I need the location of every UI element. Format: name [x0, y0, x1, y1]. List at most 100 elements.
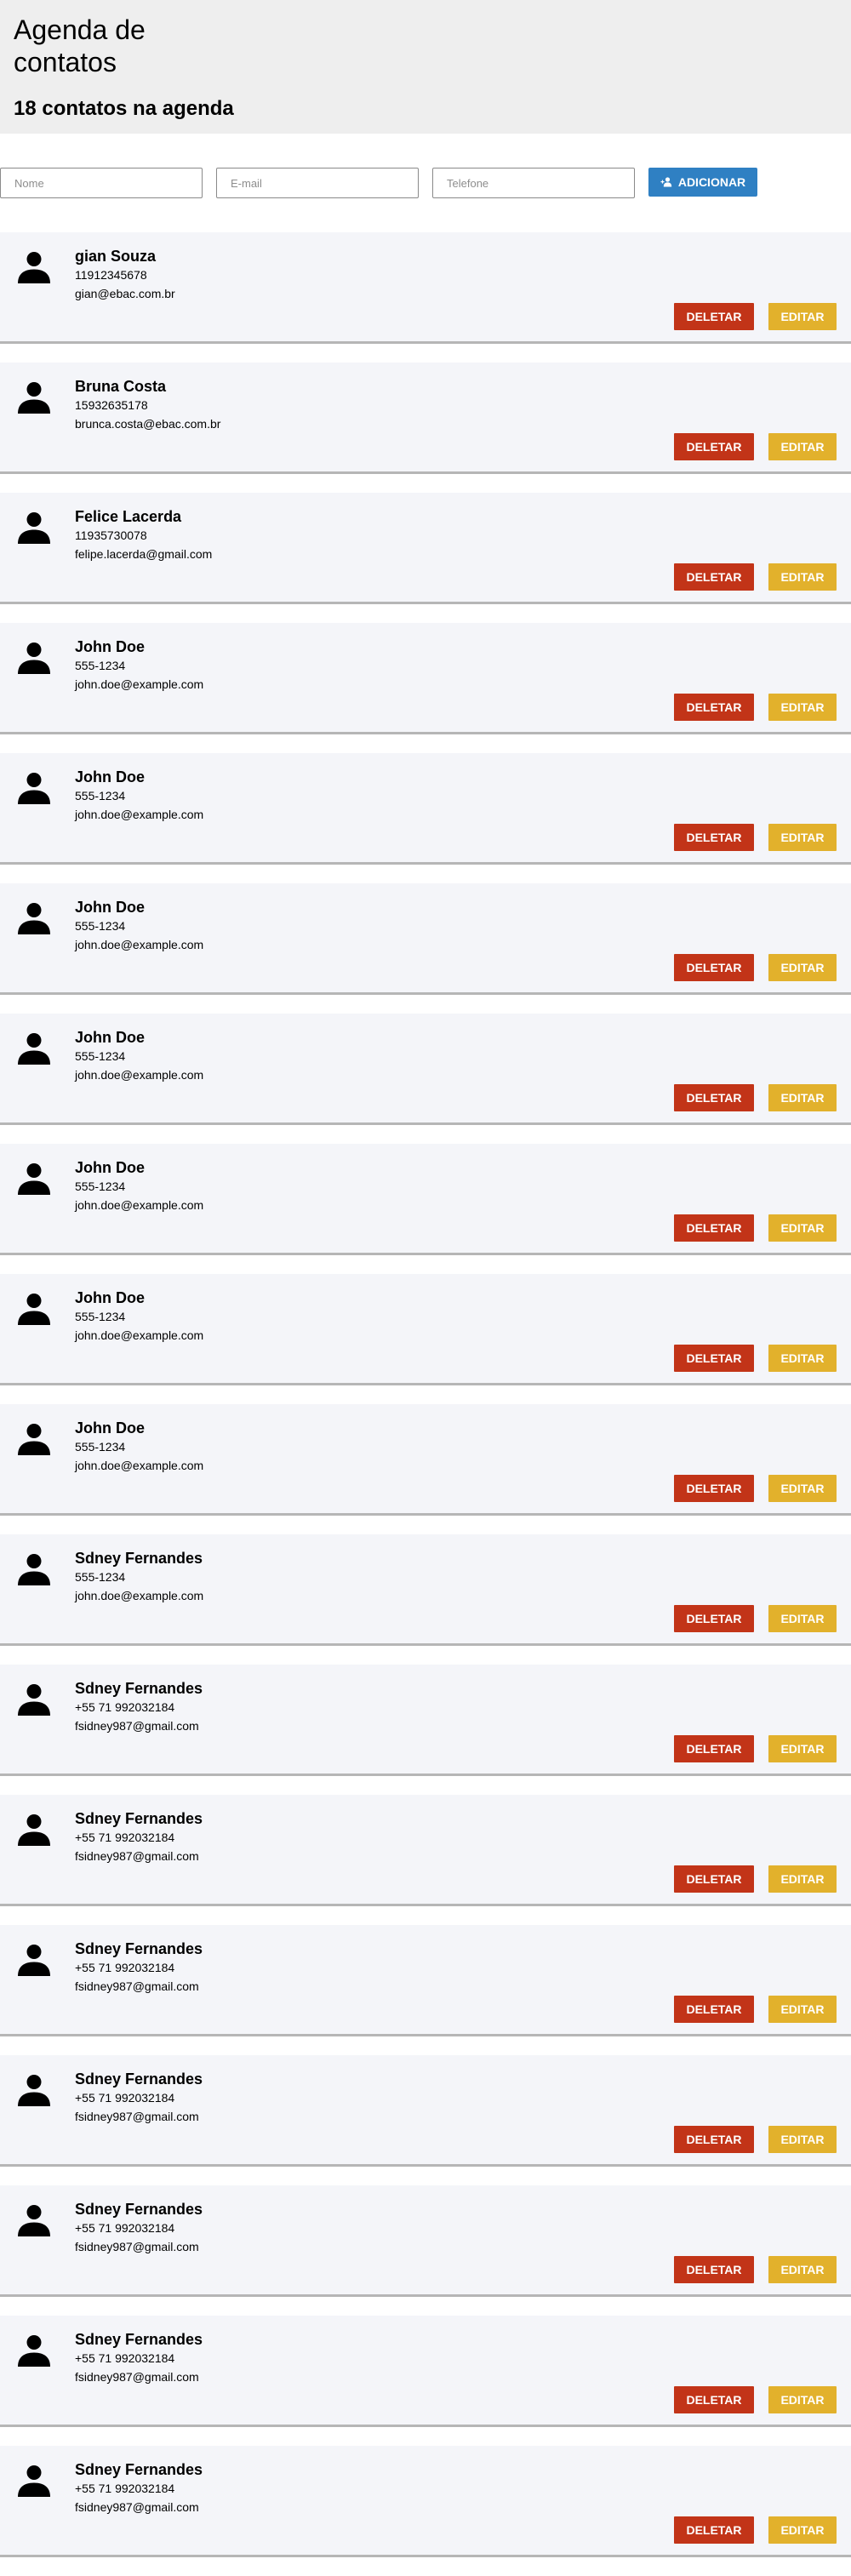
- edit-button[interactable]: EDITAR: [768, 1084, 837, 1111]
- contact-email: fsidney987@gmail.com: [75, 2110, 199, 2123]
- contact-card: John Doe 555-1234 john.doe@example.com D…: [0, 1014, 851, 1125]
- edit-button[interactable]: EDITAR: [768, 1735, 837, 1762]
- contact-card: Sdney Fernandes +55 71 992032184 fsidney…: [0, 2446, 851, 2557]
- edit-button[interactable]: EDITAR: [768, 433, 837, 460]
- contact-card: Sdney Fernandes 555-1234 john.doe@exampl…: [0, 1534, 851, 1646]
- contact-email: brunca.costa@ebac.com.br: [75, 417, 221, 431]
- contact-email: john.doe@example.com: [75, 1589, 204, 1602]
- edit-button[interactable]: EDITAR: [768, 1996, 837, 2023]
- contact-phone: +55 71 992032184: [75, 2351, 175, 2365]
- edit-button[interactable]: EDITAR: [768, 1865, 837, 1893]
- edit-button[interactable]: EDITAR: [768, 2386, 837, 2413]
- contact-email: john.doe@example.com: [75, 677, 204, 691]
- delete-button[interactable]: DELETAR: [674, 1214, 754, 1242]
- contact-phone: +55 71 992032184: [75, 1700, 175, 1714]
- phone-input[interactable]: [432, 168, 635, 198]
- delete-button[interactable]: DELETAR: [674, 563, 754, 591]
- contact-name: Felice Lacerda: [75, 508, 182, 525]
- contact-name: John Doe: [75, 1419, 146, 1437]
- contact-phone: 555-1234: [75, 789, 126, 803]
- contact-phone: +55 71 992032184: [75, 2221, 175, 2235]
- email-input[interactable]: [216, 168, 419, 198]
- contact-card: Sdney Fernandes +55 71 992032184 fsidney…: [0, 2316, 851, 2427]
- contact-name: Sdney Fernandes: [75, 2071, 203, 2088]
- contact-name: Sdney Fernandes: [75, 2201, 203, 2218]
- delete-button[interactable]: DELETAR: [674, 2386, 754, 2413]
- edit-button[interactable]: EDITAR: [768, 1605, 837, 1632]
- contact-phone: 11935730078: [75, 528, 147, 542]
- contact-email: fsidney987@gmail.com: [75, 1719, 199, 1733]
- user-icon: [17, 380, 51, 414]
- delete-button[interactable]: DELETAR: [674, 824, 754, 851]
- contact-phone: 555-1234: [75, 1049, 126, 1063]
- contact-name: John Doe: [75, 638, 146, 655]
- contact-count: 18 contatos na agenda: [14, 97, 234, 120]
- name-input[interactable]: [0, 168, 203, 198]
- edit-button[interactable]: EDITAR: [768, 2516, 837, 2544]
- delete-button[interactable]: DELETAR: [674, 303, 754, 330]
- contact-phone: +55 71 992032184: [75, 1831, 175, 1844]
- contact-list: gian Souza 11912345678 gian@ebac.com.br …: [0, 232, 851, 2576]
- contact-card: Sdney Fernandes +55 71 992032184 fsidney…: [0, 1925, 851, 2036]
- user-icon: [17, 511, 51, 545]
- delete-button[interactable]: DELETAR: [674, 1605, 754, 1632]
- edit-button[interactable]: EDITAR: [768, 1475, 837, 1502]
- delete-button[interactable]: DELETAR: [674, 954, 754, 981]
- delete-button[interactable]: DELETAR: [674, 2516, 754, 2544]
- delete-button[interactable]: DELETAR: [674, 2256, 754, 2283]
- contact-card: Sdney Fernandes +55 71 992032184 fsidney…: [0, 1795, 851, 1906]
- contact-name: gian Souza: [75, 248, 157, 265]
- contact-email: gian@ebac.com.br: [75, 287, 175, 300]
- contact-phone: 555-1234: [75, 1440, 126, 1454]
- user-icon: [17, 641, 51, 675]
- contact-name: Sdney Fernandes: [75, 2461, 203, 2478]
- contact-name: John Doe: [75, 899, 146, 916]
- contact-name: Sdney Fernandes: [75, 2331, 203, 2348]
- user-icon: [17, 2073, 51, 2107]
- contact-card: John Doe 555-1234 john.doe@example.com D…: [0, 1144, 851, 1255]
- contact-phone: +55 71 992032184: [75, 1961, 175, 1974]
- add-contact-form: ADICIONAR: [0, 168, 851, 198]
- delete-button[interactable]: DELETAR: [674, 1996, 754, 2023]
- edit-button[interactable]: EDITAR: [768, 694, 837, 721]
- delete-button[interactable]: DELETAR: [674, 694, 754, 721]
- contact-phone: 555-1234: [75, 1310, 126, 1323]
- delete-button[interactable]: DELETAR: [674, 1735, 754, 1762]
- contact-card: John Doe 555-1234 john.doe@example.com D…: [0, 1404, 851, 1516]
- delete-button[interactable]: DELETAR: [674, 433, 754, 460]
- edit-button[interactable]: EDITAR: [768, 1345, 837, 1372]
- contact-email: john.doe@example.com: [75, 808, 204, 821]
- contact-phone: 11912345678: [75, 268, 147, 282]
- edit-button[interactable]: EDITAR: [768, 954, 837, 981]
- edit-button[interactable]: EDITAR: [768, 2256, 837, 2283]
- edit-button[interactable]: EDITAR: [768, 1214, 837, 1242]
- add-button[interactable]: ADICIONAR: [648, 168, 757, 197]
- delete-button[interactable]: DELETAR: [674, 1475, 754, 1502]
- contact-card: Felice Lacerda 11935730078 felipe.lacerd…: [0, 493, 851, 604]
- user-icon: [17, 1422, 51, 1456]
- delete-button[interactable]: DELETAR: [674, 2126, 754, 2153]
- user-icon: [17, 901, 51, 935]
- edit-button[interactable]: EDITAR: [768, 824, 837, 851]
- user-icon: [17, 1813, 51, 1847]
- delete-button[interactable]: DELETAR: [674, 1084, 754, 1111]
- contact-card: Bruna Costa 15932635178 brunca.costa@eba…: [0, 363, 851, 474]
- contact-phone: 555-1234: [75, 1179, 126, 1193]
- delete-button[interactable]: DELETAR: [674, 1345, 754, 1372]
- contact-name: Sdney Fernandes: [75, 1680, 203, 1697]
- page-header: Agenda de contatos 18 contatos na agenda: [0, 0, 851, 134]
- delete-button[interactable]: DELETAR: [674, 1865, 754, 1893]
- user-icon: [17, 2203, 51, 2237]
- contact-name: John Doe: [75, 1029, 146, 1046]
- contact-phone: +55 71 992032184: [75, 2091, 175, 2105]
- edit-button[interactable]: EDITAR: [768, 563, 837, 591]
- contact-email: john.doe@example.com: [75, 1068, 204, 1082]
- add-user-icon: [660, 177, 673, 187]
- edit-button[interactable]: EDITAR: [768, 303, 837, 330]
- user-icon: [17, 771, 51, 805]
- edit-button[interactable]: EDITAR: [768, 2126, 837, 2153]
- contact-email: fsidney987@gmail.com: [75, 2370, 199, 2384]
- contact-name: John Doe: [75, 1159, 146, 1176]
- contact-phone: 555-1234: [75, 659, 126, 672]
- contact-name: Sdney Fernandes: [75, 1940, 203, 1957]
